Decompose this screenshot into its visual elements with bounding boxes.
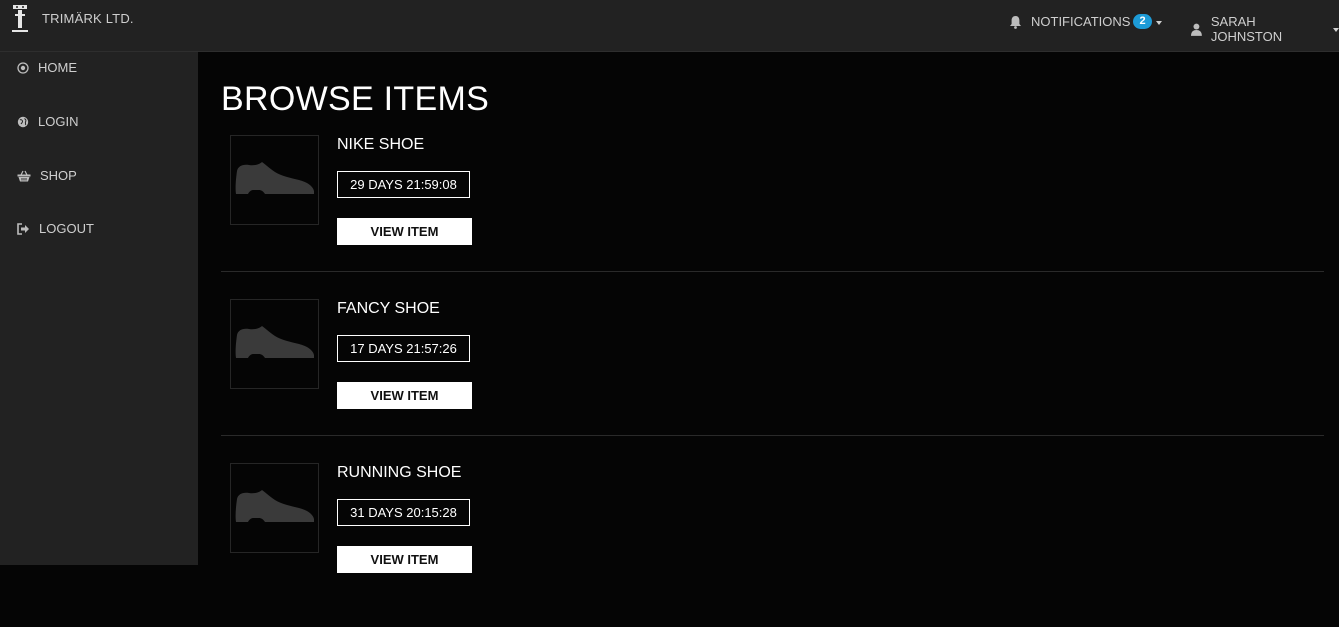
shoe-icon (235, 490, 314, 522)
sidebar-item-label: LOGIN (38, 114, 79, 129)
sidebar: HOME LOGIN SHOP LOGOUT (0, 52, 198, 565)
sidebar-item-home[interactable]: HOME (17, 60, 77, 75)
brand[interactable]: TRIMÄRK LTD. (9, 3, 134, 35)
item-name: FANCY SHOE (337, 300, 440, 317)
list-item: FANCY SHOE 17 DAYS 21:57:26 VIEW ITEM (221, 299, 1324, 463)
sidebar-item-label: SHOP (40, 168, 77, 183)
logout-icon (17, 222, 29, 235)
notifications-label: NOTIFICATIONS (1031, 14, 1131, 29)
sidebar-item-shop[interactable]: SHOP (17, 168, 77, 183)
notifications-dropdown[interactable]: NOTIFICATIONS 2 (1009, 14, 1162, 29)
shoe-icon (235, 162, 314, 194)
brand-name: TRIMÄRK LTD. (42, 11, 134, 26)
chevron-down-icon (1333, 28, 1339, 32)
user-menu[interactable]: SARAH JOHNSTON (1191, 14, 1339, 44)
item-countdown: 31 DAYS 20:15:28 (337, 499, 470, 526)
list-item: NIKE SHOE 29 DAYS 21:59:08 VIEW ITEM (221, 135, 1324, 299)
item-name: RUNNING SHOE (337, 464, 462, 481)
divider (221, 271, 1324, 272)
user-name: SARAH JOHNSTON (1210, 14, 1283, 44)
sidebar-item-label: HOME (38, 60, 77, 75)
shoe-icon (235, 326, 314, 358)
view-item-button[interactable]: VIEW ITEM (337, 546, 472, 573)
view-item-button[interactable]: VIEW ITEM (337, 218, 472, 245)
page-title: BROWSE ITEMS (221, 80, 490, 118)
notifications-count-badge: 2 (1133, 14, 1152, 29)
home-icon (17, 61, 29, 74)
divider (221, 435, 1324, 436)
sidebar-item-logout[interactable]: LOGOUT (17, 221, 94, 236)
bell-icon (1010, 15, 1021, 29)
chevron-down-icon (1155, 20, 1162, 25)
sidebar-item-label: LOGOUT (39, 221, 94, 236)
view-item-button[interactable]: VIEW ITEM (337, 382, 472, 409)
globe-icon (17, 116, 29, 127)
item-countdown: 17 DAYS 21:57:26 (337, 335, 470, 362)
item-thumbnail (230, 135, 319, 225)
item-countdown: 29 DAYS 21:59:08 (337, 171, 470, 198)
basket-icon (17, 170, 31, 181)
sidebar-item-login[interactable]: LOGIN (17, 114, 78, 129)
item-name: NIKE SHOE (337, 136, 425, 153)
brand-logo-icon (12, 5, 28, 32)
user-icon (1191, 23, 1202, 36)
item-thumbnail (230, 463, 319, 553)
list-item: RUNNING SHOE 31 DAYS 20:15:28 VIEW ITEM (221, 463, 1324, 627)
main-content: BROWSE ITEMS NIKE SHOE 29 DAYS 21:59:08 … (198, 52, 1339, 573)
top-navbar: TRIMÄRK LTD. NOTIFICATIONS 2 SARAH JOHNS… (0, 0, 1339, 52)
item-thumbnail (230, 299, 319, 389)
